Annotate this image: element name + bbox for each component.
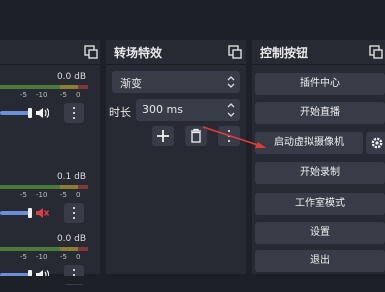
meter-ticks: -5 -10 -5 0 <box>20 91 81 99</box>
start-streaming-button[interactable]: 开始直播 <box>255 102 385 124</box>
channel-menu-button[interactable] <box>64 103 84 123</box>
mixer-channel: 0.1 dB -5 -10 -5 0 <box>0 172 88 230</box>
volume-meter <box>0 85 88 89</box>
volume-db-label: 0.0 dB <box>56 234 86 244</box>
kebab-menu-icon <box>73 107 75 109</box>
chevron-updown-icon <box>227 76 235 88</box>
kebab-menu-icon <box>73 269 75 271</box>
panel-title: 转场特效 <box>114 46 163 60</box>
mixer-channel: 0.0 dB -5 -10 -5 0 <box>0 72 88 130</box>
speaker-icon[interactable] <box>35 107 49 119</box>
spin-arrows-icon[interactable] <box>226 100 236 120</box>
virtual-camera-settings-button[interactable] <box>366 132 385 154</box>
volume-db-label: 0.1 dB <box>56 172 86 182</box>
meter-ticks: -5 -10 -5 0 <box>20 191 81 199</box>
plus-icon <box>157 130 169 142</box>
volume-slider-handle[interactable] <box>28 108 32 118</box>
dock-undock-icon[interactable] <box>228 45 242 59</box>
transition-properties-button[interactable] <box>218 126 240 146</box>
volume-meter <box>0 247 88 251</box>
transition-select[interactable]: 渐变 <box>112 71 240 93</box>
meter-ticks: -5 -10 -5 0 <box>20 253 81 261</box>
start-recording-button[interactable]: 开始录制 <box>255 162 385 184</box>
channel-menu-button[interactable] <box>64 203 84 223</box>
controls-header: 控制按钮 <box>252 40 385 65</box>
transition-select-value: 渐变 <box>120 77 142 90</box>
volume-meter <box>0 185 88 189</box>
settings-button[interactable]: 设置 <box>255 222 385 244</box>
add-transition-button[interactable] <box>152 126 174 146</box>
volume-slider[interactable] <box>0 211 30 215</box>
start-virtual-camera-button[interactable]: 启动虚拟摄像机 <box>255 132 363 154</box>
panel-title: 控制按钮 <box>260 46 309 60</box>
remove-transition-button[interactable] <box>185 126 207 146</box>
volume-slider[interactable] <box>0 111 30 115</box>
exit-button[interactable]: 退出 <box>255 250 385 272</box>
trash-icon <box>191 128 201 143</box>
transitions-header: 转场特效 <box>106 40 246 65</box>
plugin-center-button[interactable]: 插件中心 <box>255 73 385 95</box>
speaker-muted-icon[interactable] <box>35 207 49 219</box>
audio-mixer-header <box>0 40 100 65</box>
volume-db-label: 0.0 dB <box>56 72 86 82</box>
duration-spinbox[interactable]: 300 ms <box>136 99 240 121</box>
studio-mode-button[interactable]: 工作室模式 <box>255 193 385 215</box>
kebab-menu-icon <box>73 207 75 209</box>
kebab-menu-icon <box>228 130 230 132</box>
audio-mixer-panel: 0.0 dB -5 -10 -5 0 0.1 dB -5 -10 -5 0 0.… <box>0 40 100 285</box>
duration-label: 时长 <box>109 106 131 119</box>
volume-slider-handle[interactable] <box>28 208 32 218</box>
duration-value: 300 ms <box>142 103 183 116</box>
dock-undock-icon[interactable] <box>84 45 98 59</box>
dock-undock-icon[interactable] <box>369 45 383 59</box>
status-bar <box>0 276 385 284</box>
gear-icon <box>371 137 383 149</box>
